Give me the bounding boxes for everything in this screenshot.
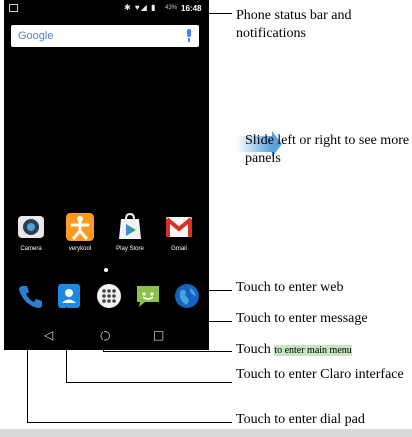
status-bar[interactable]: ✱ ♥◢ ▮ 43% 16:48 — [4, 0, 209, 18]
mic-icon[interactable] — [187, 29, 191, 42]
callout-line-menu-v — [103, 308, 104, 352]
app-gmail[interactable]: Gmail — [159, 213, 199, 263]
google-logo: Google — [18, 30, 54, 42]
message-icon[interactable] — [135, 283, 161, 309]
callout-line-web — [197, 290, 232, 291]
recent-apps-button[interactable]: □ — [153, 328, 164, 342]
annotation-message: Touch to enter message — [236, 311, 368, 326]
callout-line-status — [195, 13, 232, 14]
annotation-main-menu: Touch to enter main menu — [236, 341, 411, 360]
page-indicator-dot — [104, 268, 108, 272]
status-icons: ✱ ♥◢ ▮ — [124, 3, 157, 12]
notification-icon — [9, 4, 18, 12]
bottom-band — [0, 429, 412, 437]
play-store-icon — [119, 213, 141, 239]
back-button[interactable]: ◁ — [44, 328, 53, 342]
app-verykool[interactable]: verykool — [60, 213, 100, 263]
annotation-main-menu-highlight: to enter main menu — [274, 345, 352, 356]
app-label-play-store: Play Store — [116, 246, 144, 252]
callout-line-claro-h — [66, 382, 232, 383]
phone-screen: ✱ ♥◢ ▮ 43% 16:48 Google Camera verykool … — [4, 0, 209, 350]
annotation-web: Touch to enter web — [236, 280, 344, 295]
annotation-claro: Touch to enter Claro interface — [236, 367, 404, 382]
browser-globe-icon[interactable] — [174, 283, 200, 309]
annotation-main-menu-prefix: Touch — [236, 342, 271, 357]
callout-line-dial-v — [27, 307, 28, 423]
callout-line-claro-v — [66, 307, 67, 383]
gmail-icon — [165, 217, 193, 237]
app-label-gmail: Gmail — [171, 246, 187, 252]
status-time: 16:48 — [181, 4, 202, 13]
navigation-bar: ◁ ○ □ — [4, 320, 209, 350]
claro-contacts-icon[interactable] — [56, 283, 82, 309]
home-button[interactable]: ○ — [100, 328, 110, 342]
verykool-icon — [66, 213, 94, 241]
annotation-status-bar: Phone status bar and notifications — [236, 8, 352, 41]
callout-line-dial-h — [27, 422, 232, 423]
camera-icon — [18, 216, 44, 238]
app-label-camera: Camera — [20, 246, 42, 252]
phone-dial-icon[interactable] — [17, 283, 43, 309]
app-camera[interactable]: Camera — [11, 213, 51, 263]
app-label-verykool: verykool — [68, 246, 92, 252]
google-search-bar[interactable]: Google — [11, 25, 199, 47]
battery-level: 43% — [165, 5, 178, 11]
callout-line-message-h — [137, 321, 232, 322]
callout-line-menu-h — [103, 351, 232, 352]
annotation-dial: Touch to enter dial pad — [236, 412, 365, 427]
app-drawer-icon[interactable] — [96, 283, 122, 309]
annotation-slide-panels: Slide left or right to see more panels — [245, 133, 410, 166]
callout-line-message-v — [137, 308, 138, 322]
app-play-store[interactable]: Play Store — [110, 213, 150, 263]
